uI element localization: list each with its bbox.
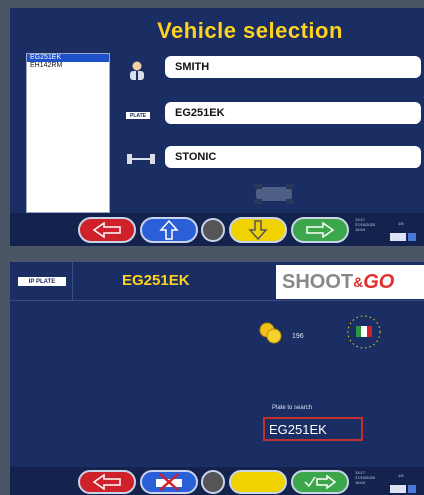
owner-field[interactable]: SMITH <box>165 56 421 78</box>
plate-icon: PLATE <box>126 112 150 119</box>
brand-logo: SHOOT & GO <box>276 265 424 299</box>
status-info-2: 13:17 27/10/2020 15:04 <box>355 470 395 485</box>
plate-search-screen: IP PLATE EG251EK SHOOT & GO 196 Plate to s… <box>10 262 424 495</box>
arrow-right-icon <box>306 222 335 238</box>
arrow-down-icon <box>248 220 268 240</box>
header-separator <box>72 262 73 300</box>
network-icon <box>408 485 416 493</box>
check-arrow-icon <box>304 474 337 490</box>
network-icon <box>408 233 416 241</box>
page-title: Vehicle selection <box>157 18 343 43</box>
status-clock: 15:04 <box>355 227 366 232</box>
list-item[interactable]: EH142RM <box>27 62 109 70</box>
status-page: 1/5 <box>398 473 404 478</box>
neutral-button-2[interactable] <box>201 470 225 494</box>
arrow-left-icon <box>92 474 121 490</box>
forward-button[interactable] <box>291 217 349 243</box>
list-item[interactable]: EG251EK <box>27 54 109 62</box>
header-plate: EG251EK <box>122 272 190 289</box>
vehicle-list[interactable]: EG251EK EH142RM <box>26 53 110 213</box>
plate-search-input[interactable]: EG251EK <box>263 417 363 441</box>
keyboard-icon <box>390 233 406 241</box>
bottom-toolbar: 13:17 27/10/2020 15:04 1/5 <box>10 213 424 246</box>
bottom-toolbar-2: 13:17 27/10/2020 15:04 1/5 <box>10 467 424 495</box>
status-clock: 15:04 <box>355 480 366 485</box>
wheelbase-icon <box>126 152 156 166</box>
plate-field[interactable]: EG251EK <box>165 102 421 124</box>
vehicle-selection-screen: Vehicle selection EG251EK EH142RM SMITH … <box>10 8 424 246</box>
italy-flag-icon <box>346 314 382 350</box>
model-field[interactable]: STONIC <box>165 146 421 168</box>
search-label: Plate to search <box>272 405 313 411</box>
down-button[interactable] <box>229 217 287 243</box>
keyboard-icon <box>390 485 406 493</box>
brand-go: GO <box>363 270 395 293</box>
neutral-button[interactable] <box>201 218 225 242</box>
back-button[interactable] <box>78 217 136 243</box>
brand-shoot: SHOOT <box>282 270 354 293</box>
coins-count: 196 <box>292 333 304 340</box>
up-button[interactable] <box>140 217 198 243</box>
car-top-view-icon <box>248 182 300 206</box>
blank-yellow-button[interactable] <box>229 470 287 494</box>
status-info: 13:17 27/10/2020 15:04 <box>355 217 395 232</box>
arrow-up-icon <box>159 220 179 240</box>
person-icon <box>128 60 146 80</box>
arrow-left-icon <box>92 222 121 238</box>
cancel-plate-icon <box>156 473 182 491</box>
status-page: 1/5 <box>398 221 404 226</box>
back-button-2[interactable] <box>78 470 136 494</box>
plate-badge: IP PLATE <box>18 277 66 286</box>
confirm-button[interactable] <box>291 470 349 494</box>
brand-amp: & <box>353 274 364 290</box>
cancel-plate-button[interactable] <box>140 470 198 494</box>
coins-icon <box>258 322 284 344</box>
